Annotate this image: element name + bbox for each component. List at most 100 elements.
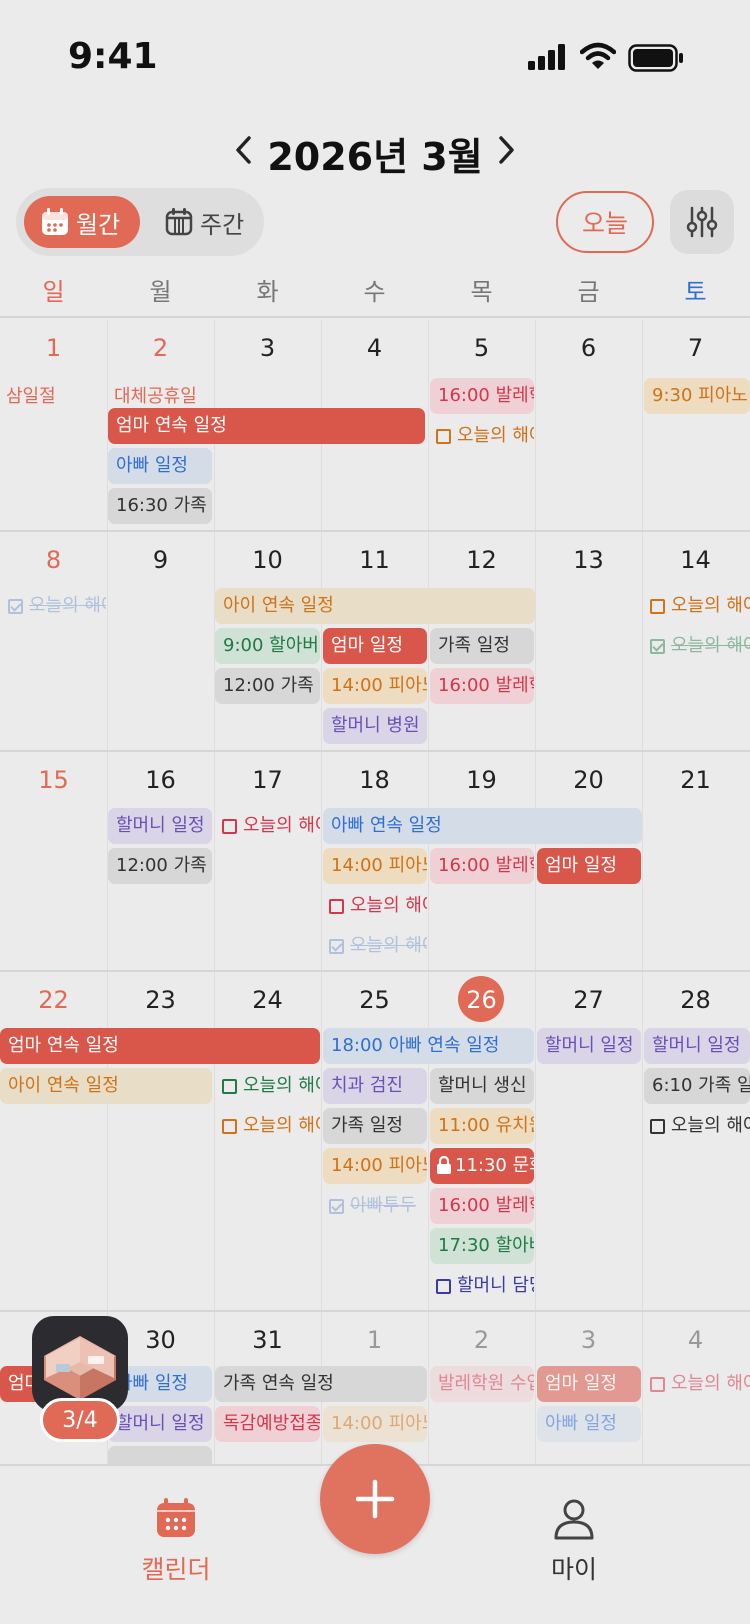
event-chip[interactable]: 할머니 일정 bbox=[108, 1406, 212, 1442]
day-cell[interactable]: 20 bbox=[535, 766, 642, 794]
day-cell[interactable]: 17 bbox=[214, 766, 321, 794]
day-cell[interactable]: 2 bbox=[428, 1326, 535, 1354]
event-chip[interactable]: 가족 일정 bbox=[430, 628, 534, 664]
day-cell[interactable]: 12 bbox=[428, 546, 535, 574]
day-cell[interactable]: 16 bbox=[107, 766, 214, 794]
checkbox-icon[interactable] bbox=[222, 1118, 237, 1134]
todo-item[interactable]: 오늘의 해야할 일 bbox=[642, 628, 750, 664]
checkbox-icon[interactable] bbox=[650, 598, 665, 614]
day-cell[interactable]: 22 bbox=[0, 986, 107, 1014]
checkbox-icon[interactable] bbox=[222, 1078, 237, 1094]
day-cell[interactable]: 2 bbox=[107, 334, 214, 362]
month-title[interactable]: 2026년 3월 bbox=[0, 126, 750, 181]
todo-item[interactable]: 오늘의 해야할 일 bbox=[0, 588, 106, 624]
tab-calendar[interactable]: 캘린더 bbox=[96, 1496, 256, 1586]
day-cell[interactable]: 5 bbox=[428, 334, 535, 362]
todo-item[interactable]: 오늘의 해야할 일 bbox=[428, 418, 534, 454]
add-event-button[interactable] bbox=[320, 1444, 430, 1554]
event-chip[interactable]: 18:00 아빠 연속 일정 bbox=[323, 1028, 534, 1064]
day-cell-today[interactable]: 26 bbox=[428, 986, 535, 1014]
event-chip[interactable]: 16:00 발레학원 bbox=[430, 848, 534, 884]
event-chip[interactable]: 가족 일정 bbox=[323, 1108, 427, 1144]
event-chip[interactable]: 14:00 피아노 bbox=[323, 1148, 427, 1184]
checkbox-icon[interactable] bbox=[329, 1198, 344, 1214]
event-chip[interactable]: 14:00 피아노 bbox=[323, 1406, 427, 1442]
day-cell[interactable]: 25 bbox=[321, 986, 428, 1014]
event-chip[interactable]: 11:00 유치원 bbox=[430, 1108, 534, 1144]
event-chip[interactable]: 9:00 할아버지 bbox=[215, 628, 320, 664]
event-chip[interactable]: 엄마 일정 bbox=[537, 1366, 641, 1402]
day-cell[interactable]: 28 bbox=[642, 986, 749, 1014]
day-cell[interactable]: 23 bbox=[107, 986, 214, 1014]
day-cell[interactable]: 1 bbox=[321, 1326, 428, 1354]
monthly-view-button[interactable]: 월간 bbox=[24, 196, 140, 248]
day-cell[interactable]: 18 bbox=[321, 766, 428, 794]
event-chip[interactable]: 엄마 연속 일정 bbox=[0, 1028, 320, 1064]
event-chip[interactable]: 엄마 연속 일정 bbox=[108, 408, 425, 444]
event-chip[interactable]: 치과 검진 bbox=[323, 1068, 427, 1104]
day-cell[interactable]: 8 bbox=[0, 546, 107, 574]
event-chip[interactable]: 16:30 가족 일정 bbox=[108, 488, 212, 524]
event-chip[interactable]: 14:00 피아노 bbox=[323, 848, 427, 884]
checkbox-icon[interactable] bbox=[8, 598, 23, 614]
event-chip[interactable]: 할머니 일정 bbox=[108, 808, 212, 844]
day-cell[interactable]: 21 bbox=[642, 766, 749, 794]
event-chip[interactable]: 가족 연속 일정 bbox=[215, 1366, 427, 1402]
day-cell[interactable]: 3 bbox=[535, 1326, 642, 1354]
day-cell[interactable]: 1 bbox=[0, 334, 107, 362]
tab-my[interactable]: 마이 bbox=[494, 1496, 654, 1586]
day-cell[interactable]: 14 bbox=[642, 546, 749, 574]
event-chip[interactable]: 아빠 일정 bbox=[537, 1406, 641, 1442]
todo-item[interactable]: 오늘의 해야할 일 bbox=[642, 1366, 750, 1402]
event-chip[interactable]: 6:10 가족 일정 bbox=[644, 1068, 750, 1104]
day-cell[interactable]: 15 bbox=[0, 766, 107, 794]
checkbox-icon[interactable] bbox=[650, 1118, 665, 1134]
event-chip[interactable]: 아이 연속 일정 bbox=[0, 1068, 212, 1104]
checkbox-icon[interactable] bbox=[329, 898, 344, 914]
event-chip[interactable]: 발레학원 수업 bbox=[430, 1366, 534, 1402]
day-cell[interactable]: 13 bbox=[535, 546, 642, 574]
event-chip[interactable]: 아이 연속 일정 bbox=[215, 588, 535, 624]
todo-item[interactable]: 오늘의 해야할 일 bbox=[214, 808, 320, 844]
checkbox-icon[interactable] bbox=[650, 1376, 665, 1392]
day-cell[interactable]: 9 bbox=[107, 546, 214, 574]
day-cell[interactable]: 19 bbox=[428, 766, 535, 794]
event-chip[interactable]: 아빠 일정 bbox=[108, 448, 212, 484]
checkbox-icon[interactable] bbox=[650, 638, 665, 654]
event-chip[interactable]: 엄마 일정 bbox=[323, 628, 427, 664]
day-cell[interactable]: 4 bbox=[321, 334, 428, 362]
widget-pager[interactable]: 3/4 bbox=[40, 1398, 120, 1442]
event-chip[interactable]: 12:00 가족 일정 bbox=[108, 848, 212, 884]
checkbox-icon[interactable] bbox=[436, 1278, 451, 1294]
day-cell[interactable]: 31 bbox=[214, 1326, 321, 1354]
day-cell[interactable]: 3 bbox=[214, 334, 321, 362]
event-chip[interactable]: 16:00 발레학원 bbox=[430, 668, 534, 704]
weekly-view-button[interactable]: 주간 bbox=[152, 196, 260, 248]
checkbox-icon[interactable] bbox=[222, 818, 237, 834]
event-chip[interactable]: 할머니 생신 bbox=[430, 1068, 534, 1104]
event-chip[interactable]: 독감예방접종 bbox=[215, 1406, 320, 1442]
event-chip[interactable]: 16:00 발레학원 bbox=[430, 1188, 534, 1224]
filter-button[interactable] bbox=[670, 190, 734, 254]
day-cell[interactable]: 27 bbox=[535, 986, 642, 1014]
event-chip[interactable]: 할머니 일정 bbox=[644, 1028, 750, 1064]
day-cell[interactable]: 11 bbox=[321, 546, 428, 574]
todo-item[interactable]: 오늘의 해야할 일 bbox=[214, 1108, 320, 1144]
today-button[interactable]: 오늘 bbox=[556, 191, 654, 253]
todo-item[interactable]: 오늘의 해야할 일 bbox=[321, 928, 427, 964]
event-chip[interactable]: 아빠 연속 일정 bbox=[323, 808, 642, 844]
event-chip[interactable]: 할머니 병원 bbox=[323, 708, 427, 744]
day-cell[interactable]: 6 bbox=[535, 334, 642, 362]
event-chip[interactable]: 17:30 할아버지 bbox=[430, 1228, 534, 1264]
todo-item[interactable]: 오늘의 해야할 일 bbox=[642, 588, 750, 624]
todo-item[interactable]: 오늘의 해야할 일 bbox=[642, 1108, 750, 1144]
day-cell[interactable]: 10 bbox=[214, 546, 321, 574]
todo-item[interactable]: 할머니 담당 bbox=[428, 1268, 534, 1304]
day-cell[interactable]: 4 bbox=[642, 1326, 749, 1354]
day-cell[interactable]: 7 bbox=[642, 334, 749, 362]
event-chip[interactable]: 14:00 피아노 bbox=[323, 668, 427, 704]
event-chip[interactable]: 엄마 일정 bbox=[537, 848, 641, 884]
event-chip[interactable]: 9:30 피아노 bbox=[644, 378, 750, 414]
day-cell[interactable]: 24 bbox=[214, 986, 321, 1014]
checkbox-icon[interactable] bbox=[436, 428, 451, 444]
